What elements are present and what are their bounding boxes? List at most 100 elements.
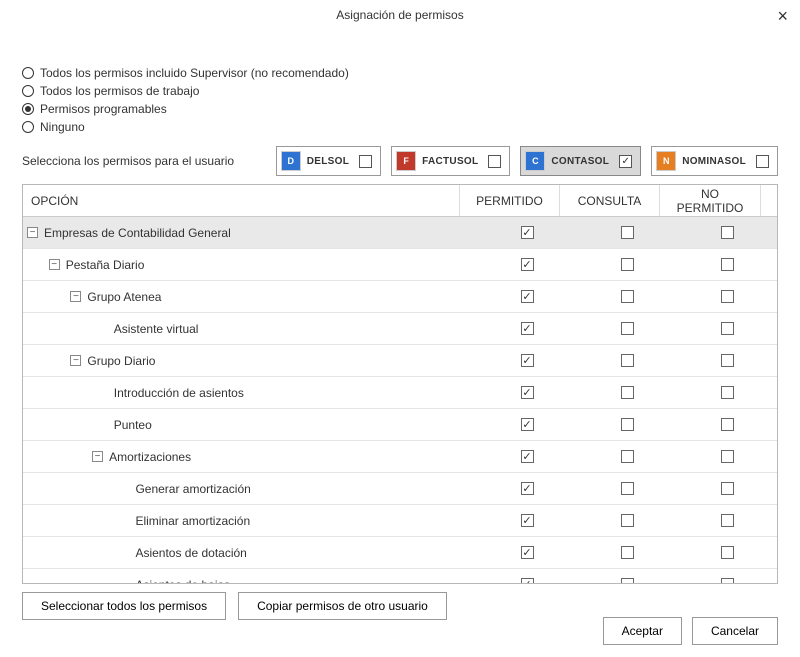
app-checkbox[interactable]: ✓ — [619, 155, 632, 168]
checkbox-no_permitido[interactable] — [721, 578, 734, 583]
cell-opcion: −Pestaña Diario — [23, 258, 477, 272]
cell-opcion: −Grupo Diario — [23, 354, 477, 368]
checkbox-no_permitido[interactable] — [721, 386, 734, 399]
radio-icon[interactable] — [22, 67, 34, 79]
radio-label: Ninguno — [40, 120, 85, 134]
checkbox-permitido[interactable]: ✓ — [521, 226, 534, 239]
app-checkbox[interactable] — [359, 155, 372, 168]
checkbox-consulta[interactable] — [621, 354, 634, 367]
table-row[interactable]: Asientos de bajas ✓ — [23, 569, 777, 583]
checkbox-consulta[interactable] — [621, 514, 634, 527]
radio-option[interactable]: Permisos programables — [22, 100, 778, 118]
row-label: Asientos de bajas — [135, 578, 230, 584]
radio-option[interactable]: Todos los permisos de trabajo — [22, 82, 778, 100]
checkbox-no_permitido[interactable] — [721, 450, 734, 463]
checkbox-consulta[interactable] — [621, 546, 634, 559]
radio-icon[interactable] — [22, 121, 34, 133]
checkbox-permitido[interactable]: ✓ — [521, 482, 534, 495]
checkbox-permitido[interactable]: ✓ — [521, 322, 534, 335]
radio-label: Permisos programables — [40, 102, 167, 116]
col-header-opcion: OPCIÓN — [23, 185, 460, 216]
app-button-nominasol[interactable]: NNOMINASOL — [651, 146, 778, 176]
checkbox-consulta[interactable] — [621, 418, 634, 431]
cell-permitido: ✓ — [477, 354, 577, 367]
close-icon[interactable]: × — [777, 6, 788, 27]
checkbox-permitido[interactable]: ✓ — [521, 578, 534, 583]
checkbox-consulta[interactable] — [621, 482, 634, 495]
cell-consulta — [577, 482, 677, 495]
app-label: FACTUSOL — [422, 156, 478, 167]
checkbox-consulta[interactable] — [621, 322, 634, 335]
checkbox-no_permitido[interactable] — [721, 514, 734, 527]
radio-option[interactable]: Ninguno — [22, 118, 778, 136]
select-all-permissions-button[interactable]: Seleccionar todos los permisos — [22, 592, 226, 620]
app-button-delsol[interactable]: DDELSOL — [276, 146, 381, 176]
table-row[interactable]: Introducción de asientos✓ — [23, 377, 777, 409]
cell-permitido: ✓ — [477, 290, 577, 303]
cell-opcion: Generar amortización — [23, 482, 477, 496]
cell-consulta — [577, 514, 677, 527]
cancel-button[interactable]: Cancelar — [692, 617, 778, 645]
checkbox-consulta[interactable] — [621, 226, 634, 239]
app-button-contasol[interactable]: CCONTASOL✓ — [520, 146, 641, 176]
tree-toggle-icon[interactable]: − — [70, 291, 81, 302]
cell-permitido: ✓ — [477, 450, 577, 463]
cell-opcion: −Empresas de Contabilidad General — [23, 226, 477, 240]
cell-consulta — [577, 386, 677, 399]
checkbox-consulta[interactable] — [621, 450, 634, 463]
cell-no_permitido — [677, 322, 777, 335]
checkbox-permitido[interactable]: ✓ — [521, 354, 534, 367]
copy-permissions-button[interactable]: Copiar permisos de otro usuario — [238, 592, 447, 620]
checkbox-consulta[interactable] — [621, 258, 634, 271]
cell-permitido: ✓ — [477, 514, 577, 527]
cell-opcion: Punteo — [23, 418, 477, 432]
app-button-factusol[interactable]: FFACTUSOL — [391, 146, 510, 176]
accept-button[interactable]: Aceptar — [603, 617, 682, 645]
checkbox-consulta[interactable] — [621, 386, 634, 399]
checkbox-permitido[interactable]: ✓ — [521, 546, 534, 559]
app-checkbox[interactable] — [488, 155, 501, 168]
checkbox-permitido[interactable]: ✓ — [521, 418, 534, 431]
cell-consulta — [577, 418, 677, 431]
table-row[interactable]: −Pestaña Diario ✓ — [23, 249, 777, 281]
checkbox-no_permitido[interactable] — [721, 290, 734, 303]
table-row[interactable]: −Grupo Diario ✓ — [23, 345, 777, 377]
checkbox-permitido[interactable]: ✓ — [521, 258, 534, 271]
table-row[interactable]: Punteo ✓ — [23, 409, 777, 441]
checkbox-permitido[interactable]: ✓ — [521, 450, 534, 463]
checkbox-no_permitido[interactable] — [721, 354, 734, 367]
table-row[interactable]: Generar amortización ✓ — [23, 473, 777, 505]
table-body[interactable]: −Empresas de Contabilidad General ✓ −Pest… — [23, 217, 777, 583]
table-row[interactable]: Eliminar amortización ✓ — [23, 505, 777, 537]
tree-toggle-icon[interactable]: − — [70, 355, 81, 366]
cell-no_permitido — [677, 514, 777, 527]
radio-option[interactable]: Todos los permisos incluido Supervisor (… — [22, 64, 778, 82]
checkbox-consulta[interactable] — [621, 578, 634, 583]
table-row[interactable]: Asientos de dotación✓ — [23, 537, 777, 569]
table-row[interactable]: −Empresas de Contabilidad General ✓ — [23, 217, 777, 249]
checkbox-no_permitido[interactable] — [721, 482, 734, 495]
checkbox-no_permitido[interactable] — [721, 418, 734, 431]
radio-icon[interactable] — [22, 103, 34, 115]
tree-toggle-icon[interactable]: − — [27, 227, 38, 238]
tree-toggle-icon[interactable]: − — [92, 451, 103, 462]
checkbox-no_permitido[interactable] — [721, 322, 734, 335]
app-icon: C — [525, 151, 545, 171]
radio-icon[interactable] — [22, 85, 34, 97]
checkbox-permitido[interactable]: ✓ — [521, 514, 534, 527]
checkbox-consulta[interactable] — [621, 290, 634, 303]
tree-toggle-icon[interactable]: − — [49, 259, 60, 270]
checkbox-permitido[interactable]: ✓ — [521, 386, 534, 399]
checkbox-permitido[interactable]: ✓ — [521, 290, 534, 303]
table-row[interactable]: −Grupo Atenea ✓ — [23, 281, 777, 313]
cell-opcion: Eliminar amortización — [23, 514, 477, 528]
checkbox-no_permitido[interactable] — [721, 226, 734, 239]
app-checkbox[interactable] — [756, 155, 769, 168]
table-row[interactable]: −Amortizaciones✓ — [23, 441, 777, 473]
checkbox-no_permitido[interactable] — [721, 258, 734, 271]
cell-permitido: ✓ — [477, 482, 577, 495]
cell-consulta — [577, 450, 677, 463]
table-row[interactable]: Asistente virtual✓ — [23, 313, 777, 345]
row-label: Grupo Atenea — [87, 290, 161, 304]
checkbox-no_permitido[interactable] — [721, 546, 734, 559]
